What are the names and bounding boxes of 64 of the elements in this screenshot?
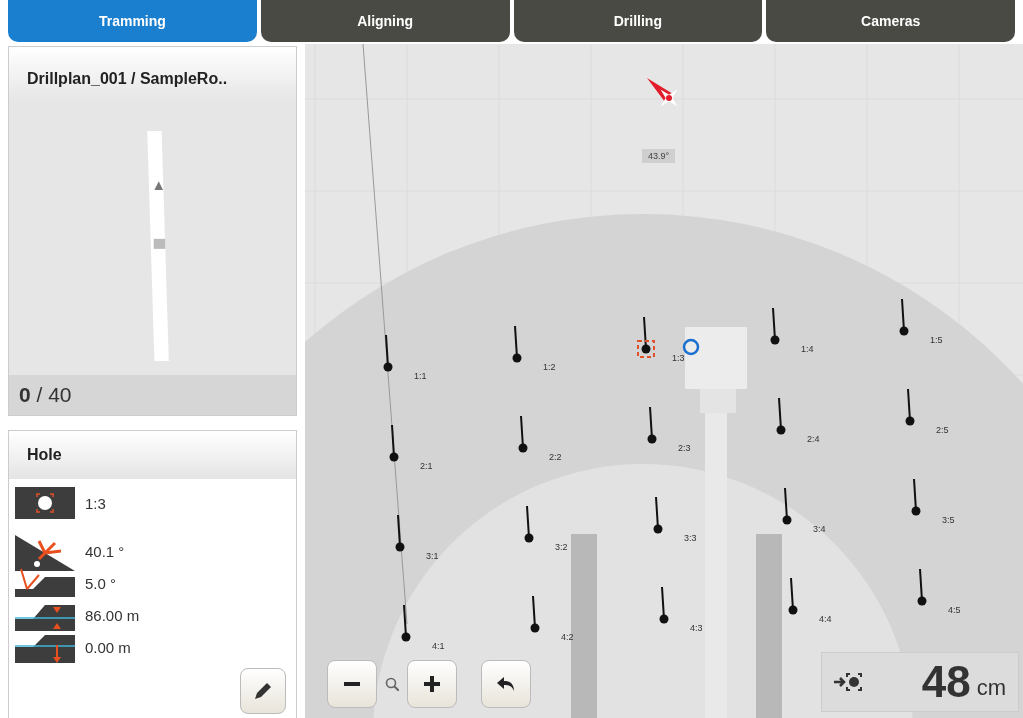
- hole-label: 3:2: [555, 542, 568, 552]
- search-icon: [385, 677, 399, 691]
- hole-label: 4:1: [432, 641, 445, 651]
- position-marker: [682, 338, 700, 356]
- hole-label: 4:4: [819, 614, 832, 624]
- target-icon: [834, 670, 862, 694]
- hole-label: 4:3: [690, 623, 703, 633]
- hole-label: 4:5: [948, 605, 961, 615]
- heading-label: 43.9°: [642, 149, 676, 163]
- drill-hole[interactable]: [653, 496, 663, 534]
- hole-label: 3:1: [426, 551, 439, 561]
- hole-label: 2:5: [936, 425, 949, 435]
- hole-label: 2:4: [807, 434, 820, 444]
- drill-hole[interactable]: [389, 424, 399, 462]
- hole-label: 1:2: [543, 362, 556, 372]
- hole-label: 2:2: [549, 452, 562, 462]
- field-value: 40.1 °: [85, 542, 125, 560]
- panel-title: Hole: [27, 446, 62, 464]
- hole-label: 1:1: [414, 371, 427, 381]
- hole-label: 1:3: [672, 353, 685, 363]
- hole-label: 2:1: [420, 461, 433, 471]
- hole-label: 1:4: [801, 344, 814, 354]
- undo-icon: [496, 675, 516, 693]
- field-value: 5.0 °: [85, 574, 117, 592]
- compass-icon: [647, 78, 678, 107]
- tab[interactable]: Drilling: [513, 0, 763, 42]
- hole-label: 3:4: [813, 524, 826, 534]
- tab[interactable]: Cameras: [766, 0, 1015, 42]
- drill-hole[interactable]: [770, 307, 780, 345]
- tab[interactable]: Aligning: [260, 0, 510, 42]
- drill-hole[interactable]: [395, 514, 405, 552]
- drill-hole[interactable]: [776, 397, 786, 435]
- plus-icon: [424, 676, 440, 692]
- drill-hole[interactable]: [659, 586, 669, 624]
- hole-label: 2:3: [678, 443, 691, 453]
- drill-hole[interactable]: [782, 487, 792, 525]
- distance-value: 48: [921, 657, 971, 707]
- drill-hole[interactable]: [899, 298, 909, 336]
- drill-hole[interactable]: [911, 478, 921, 516]
- undo-button[interactable]: [481, 660, 531, 708]
- field-value: 1:3: [85, 494, 106, 512]
- hole-label: 4:2: [561, 632, 574, 642]
- drill-hole[interactable]: [524, 505, 534, 543]
- hole-label: 3:3: [684, 533, 697, 543]
- drill-hole[interactable]: [518, 415, 528, 453]
- drill-hole[interactable]: [512, 325, 522, 363]
- drill-hole[interactable]: [641, 316, 651, 354]
- tab[interactable]: Tramming: [8, 0, 257, 42]
- zoom-in-button[interactable]: [407, 660, 457, 708]
- drill-hole[interactable]: [788, 577, 798, 615]
- field-value: 86.00 m: [85, 606, 140, 624]
- drill-hole[interactable]: [905, 388, 915, 426]
- drill-hole[interactable]: [647, 406, 657, 444]
- field-value: 0.00 m: [85, 638, 131, 656]
- drill-hole[interactable]: [530, 595, 540, 633]
- drill-hole[interactable]: [383, 334, 393, 372]
- drill-hole[interactable]: [917, 568, 927, 606]
- distance-unit: cm: [976, 675, 1006, 701]
- hole-label: 1:5: [930, 335, 943, 345]
- drill-hole[interactable]: [401, 604, 411, 642]
- hole-label: 3:5: [942, 515, 955, 525]
- hole-counter: 0 / 40: [19, 383, 72, 407]
- edit-button[interactable]: [240, 668, 286, 714]
- zoom-out-button[interactable]: [327, 660, 377, 708]
